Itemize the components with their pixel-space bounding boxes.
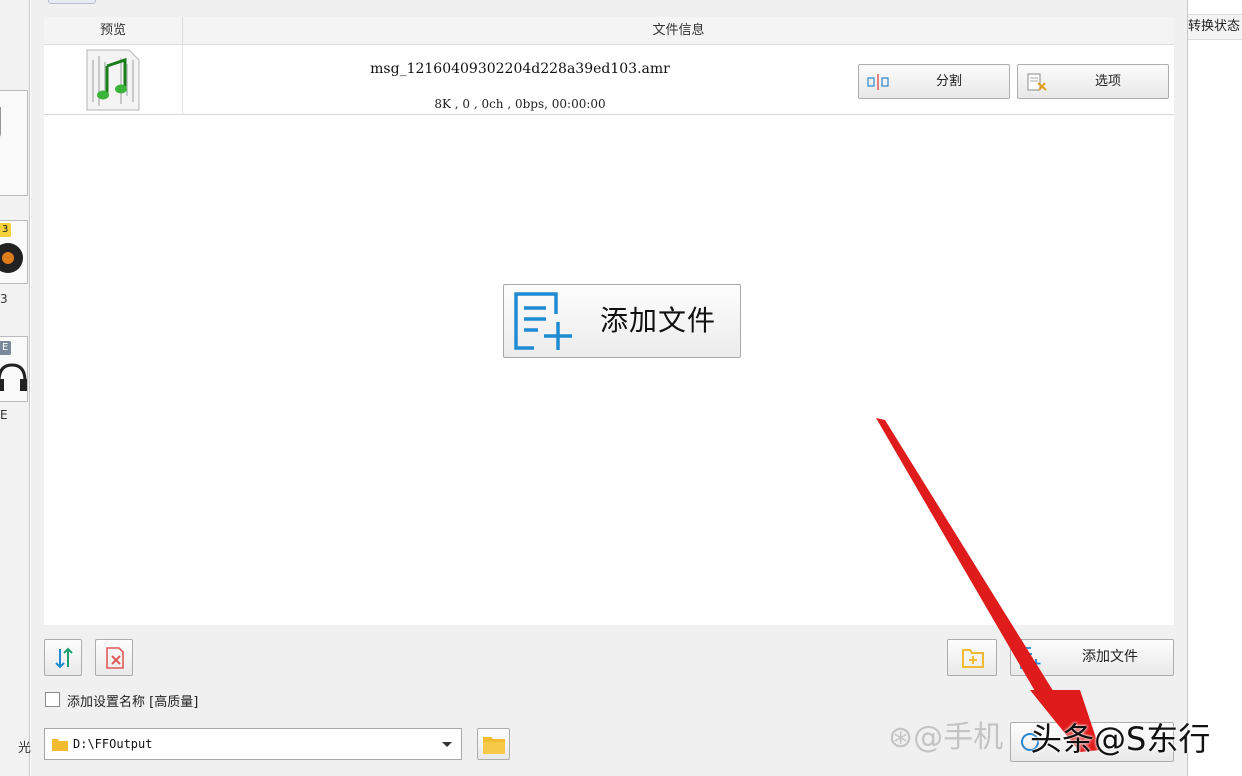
background-card-audio: 3 [0,220,28,284]
background-card [0,90,28,196]
chevron-down-icon[interactable] [442,742,452,747]
file-dialog: 预览 文件信息 msg_12160409302204d228a39ed103.a… [31,0,1187,776]
preview-cell [44,45,183,115]
add-folder-icon [962,649,984,668]
options-button-label: 选项 [1094,74,1121,89]
center-add-file-button[interactable]: 添加文件 [503,284,741,358]
output-folder-value: D:\FFOutput [73,737,153,751]
add-file-button[interactable]: 添加文件 [1010,639,1174,676]
add-file-icon [1020,647,1041,669]
split-icon [867,74,889,90]
options-button[interactable]: 选项 [1017,64,1169,99]
folder-icon [52,739,68,751]
browse-folder-button[interactable] [477,728,510,760]
file-meta: 8K , 0 , 0ch , 0bps, 00:00:00 [434,97,606,111]
format-badge: 3 [0,223,12,237]
watermark-small: ⊛@手机 [888,720,1004,755]
add-file-button-label: 添加文件 [1082,649,1138,665]
output-folder-select[interactable]: D:\FFOutput [44,728,462,760]
file-list-header: 预览 文件信息 [44,17,1174,45]
watermark-big: 头条@S东行 [1030,720,1211,758]
folder-icon [483,737,505,754]
sort-icon [55,647,73,669]
split-button[interactable]: 分割 [858,64,1010,99]
background-label: 3 [0,292,8,306]
background-app-right: 转换状态 [1187,0,1242,776]
remove-file-icon [106,647,124,669]
background-text: 光 [18,741,32,756]
file-list[interactable]: 预览 文件信息 msg_12160409302204d228a39ed103.a… [44,17,1174,625]
column-header-preview: 预览 [44,17,183,45]
column-header-file-info: 文件信息 [652,23,705,38]
split-button-label: 分割 [935,74,962,89]
background-app-left: 3 3 E E [0,0,30,776]
music-file-icon [86,49,140,111]
add-file-icon [514,292,572,350]
format-badge: E [0,341,12,355]
options-icon [1027,73,1047,91]
sort-button[interactable] [44,639,82,676]
dialog-tab[interactable] [48,0,96,4]
center-add-file-label: 添加文件 [600,304,717,337]
background-card-headphone: E [0,336,28,402]
add-folder-button[interactable] [947,639,997,676]
remove-file-button[interactable] [95,639,133,676]
background-label: E [0,408,8,422]
add-setting-name-label: 添加设置名称 [高质量] [67,695,199,710]
file-row[interactable]: msg_12160409302204d228a39ed103.amr 8K , … [44,45,1174,115]
screen: 3 3 E E 光 转换状态 预览 文件信息 msg_1216040930220… [0,0,1242,776]
add-setting-name-checkbox[interactable] [45,692,60,707]
column-header-status: 转换状态 [1188,14,1242,40]
file-name: msg_12160409302204d228a39ed103.amr [370,61,670,77]
